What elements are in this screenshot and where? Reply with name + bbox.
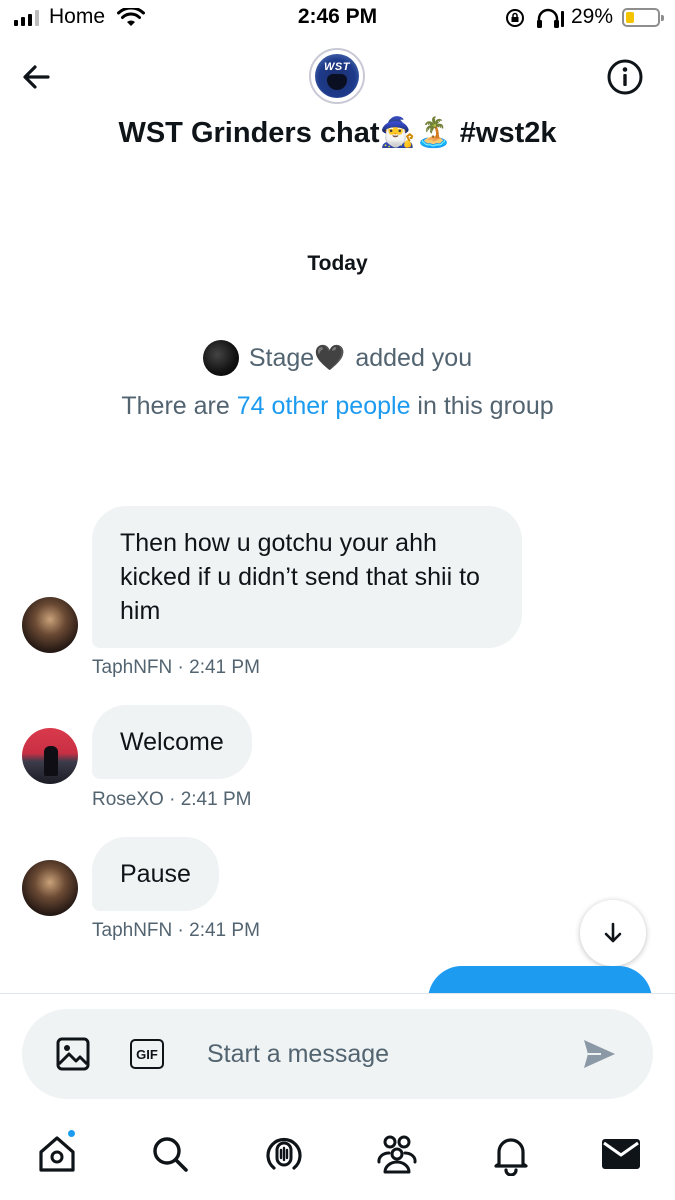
tab-home[interactable] — [35, 1128, 79, 1176]
group-avatar[interactable]: WST — [309, 48, 365, 104]
avatar[interactable] — [22, 860, 78, 916]
heart-emoji: 🖤 — [314, 343, 346, 372]
message-meta: RoseXO · 2:41 PM — [92, 789, 252, 810]
status-bar: Home 2:46 PM 29% — [0, 0, 675, 40]
back-button[interactable] — [16, 56, 58, 98]
avatar[interactable] — [22, 597, 78, 653]
notification-dot — [66, 1128, 77, 1139]
group-members-link[interactable]: 74 other people — [237, 392, 411, 420]
scroll-to-bottom-button[interactable] — [580, 900, 646, 966]
message-composer: GIF — [22, 1009, 653, 1099]
added-by-name[interactable]: Stage — [249, 344, 314, 372]
tab-messages[interactable] — [599, 1132, 643, 1176]
headphones-icon — [537, 8, 564, 28]
gif-button[interactable]: GIF — [130, 1039, 164, 1069]
group-info-prefix: There are — [121, 392, 237, 420]
send-icon[interactable] — [581, 1036, 617, 1072]
group-avatar-logo: WST — [324, 61, 350, 73]
message-meta: TaphNFN · 2:41 PM — [92, 657, 260, 678]
info-icon[interactable] — [604, 56, 646, 98]
tab-search[interactable] — [148, 1132, 192, 1176]
battery-percent: 29% — [571, 5, 614, 28]
communities-icon — [377, 1135, 417, 1174]
group-info-suffix: in this group — [410, 392, 554, 420]
spaces-icon — [266, 1137, 302, 1170]
tab-spaces[interactable] — [262, 1132, 306, 1176]
search-icon — [153, 1137, 188, 1172]
message-bubble[interactable]: Pause — [92, 837, 219, 911]
avatar[interactable] — [22, 728, 78, 784]
composer-area: GIF — [0, 993, 675, 1108]
message-input[interactable] — [207, 1034, 567, 1074]
bottom-tab-bar — [0, 1108, 675, 1200]
arrow-down-icon — [604, 922, 622, 943]
tab-communities[interactable] — [375, 1132, 419, 1176]
battery-icon — [622, 8, 664, 27]
message-bubble[interactable]: Then how u gotchu your ahh kicked if u d… — [92, 506, 522, 648]
added-event-text: added you — [355, 343, 473, 372]
group-title[interactable]: WST Grinders chat🧙‍♂️🏝️ #wst2k — [0, 116, 675, 150]
rotation-lock-icon — [506, 9, 524, 27]
added-event: Stage🖤 added you — [0, 340, 675, 376]
bell-icon — [494, 1138, 528, 1177]
message-meta: TaphNFN · 2:41 PM — [92, 920, 260, 941]
chat-header: WST WST Grinders chat🧙‍♂️🏝️ #wst2k — [0, 40, 675, 162]
group-info: There are 74 other people in this group — [0, 392, 675, 421]
envelope-icon — [602, 1139, 640, 1169]
message-bubble[interactable]: Welcome — [92, 705, 252, 779]
date-divider: Today — [307, 252, 368, 275]
tab-notifications[interactable] — [489, 1132, 533, 1177]
avatar[interactable] — [202, 340, 239, 376]
image-icon[interactable] — [55, 1036, 91, 1072]
